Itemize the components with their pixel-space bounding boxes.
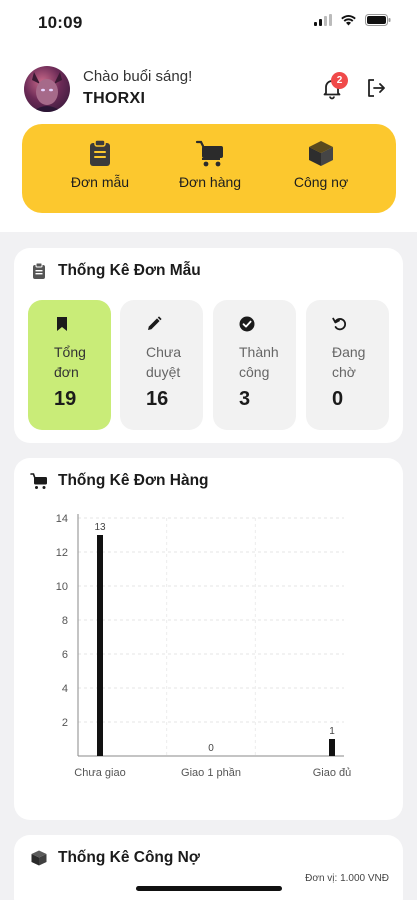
stat-value: 0 [332,388,344,410]
stat-successful[interactable]: Thành công 3 [213,300,296,430]
clipboard-icon [90,139,110,166]
y-tick-label: 8 [62,615,68,627]
stat-label: Đang chờ [332,344,366,380]
username: THORXI [83,90,146,107]
quick-action-label: Đơn mẫu [70,174,130,190]
stat-label: Chưa duyệt [146,344,182,380]
y-tick-label: 6 [62,649,68,661]
battery-icon [365,14,391,26]
clipboard-icon [33,262,45,279]
check-circle-icon [239,316,255,332]
y-tick-label: 12 [56,547,68,559]
debt-stats-title: Thống Kê Công Nợ [30,849,200,867]
order-stats-chart: 2 4 6 8 10 12 14 13 Chưa giao 0 Giao 1 phần 1 Giao đ… [56,513,352,779]
x-tick-label: Giao 1 phần [181,767,241,779]
quick-action-label: Công nợ [293,174,349,190]
bar-data-label: 0 [208,743,214,754]
signal-icon [314,14,332,26]
header: Chào buổi sáng! THORXI 2 [24,64,394,114]
x-tick-label: Chưa giao [74,767,125,779]
quick-action-debt[interactable]: Công nợ [266,138,376,190]
y-tick-label: 14 [56,513,68,525]
stat-pending-approval[interactable]: Chưa duyệt 16 [120,300,203,430]
unit-note: Đơn vị: 1.000 VNĐ [305,873,389,884]
y-tick-label: 10 [56,581,68,593]
sample-stats-card: Thống Kê Đơn Mẫu Tổng đơn 19 Chưa duyệt … [14,248,403,443]
home-indicator [136,886,282,891]
bookmark-icon [57,317,67,331]
y-tick-label: 4 [62,683,68,695]
bar-data-label: 13 [94,522,106,533]
bar-data-label: 1 [329,726,335,737]
quick-action-sample-orders[interactable]: Đơn mẫu [45,138,155,190]
logout-icon[interactable] [364,76,388,100]
sample-stats-title: Thống Kê Đơn Mẫu [30,262,201,280]
notification-badge: 2 [331,72,348,89]
card-title-text: Thống Kê Công Nợ [58,849,200,866]
quick-action-label: Đơn hàng [178,174,242,190]
x-tick-label: Giao đủ [313,767,352,779]
stat-label: Tổng đơn [54,344,86,380]
box-icon [31,850,47,866]
stat-waiting[interactable]: Đang chờ 0 [306,300,389,430]
greeting-text: Chào buổi sáng! [83,68,193,85]
avatar-image [32,72,62,112]
status-icons [314,14,391,26]
top-section: 10:09 Chào buổi sáng! THORXI 2 Đơn mẫu Đ… [0,0,417,232]
stat-total-orders[interactable]: Tổng đơn 19 [28,300,111,430]
box-icon [309,141,333,166]
wifi-icon [341,15,356,26]
chart-bar [329,739,335,756]
stat-value: 19 [54,388,77,410]
status-time: 10:09 [38,13,83,32]
avatar[interactable] [24,66,70,112]
order-stats-card: Thống Kê Đơn Hàng 2 4 6 8 10 12 14 13 Chưa giao 0… [14,458,403,820]
card-title-text: Thống Kê Đơn Mẫu [58,262,201,279]
refresh-icon [332,317,347,331]
cart-icon [195,140,223,167]
stat-value: 3 [239,388,251,410]
stat-value: 16 [146,388,169,410]
status-bar: 10:09 [0,0,417,46]
stat-label: Thành công [239,344,279,380]
chart-bar [97,535,103,756]
quick-action-orders[interactable]: Đơn hàng [155,138,265,190]
pencil-icon [148,316,162,330]
quick-actions-bar: Đơn mẫu Đơn hàng Công nợ [22,124,396,213]
y-tick-label: 2 [62,717,68,729]
